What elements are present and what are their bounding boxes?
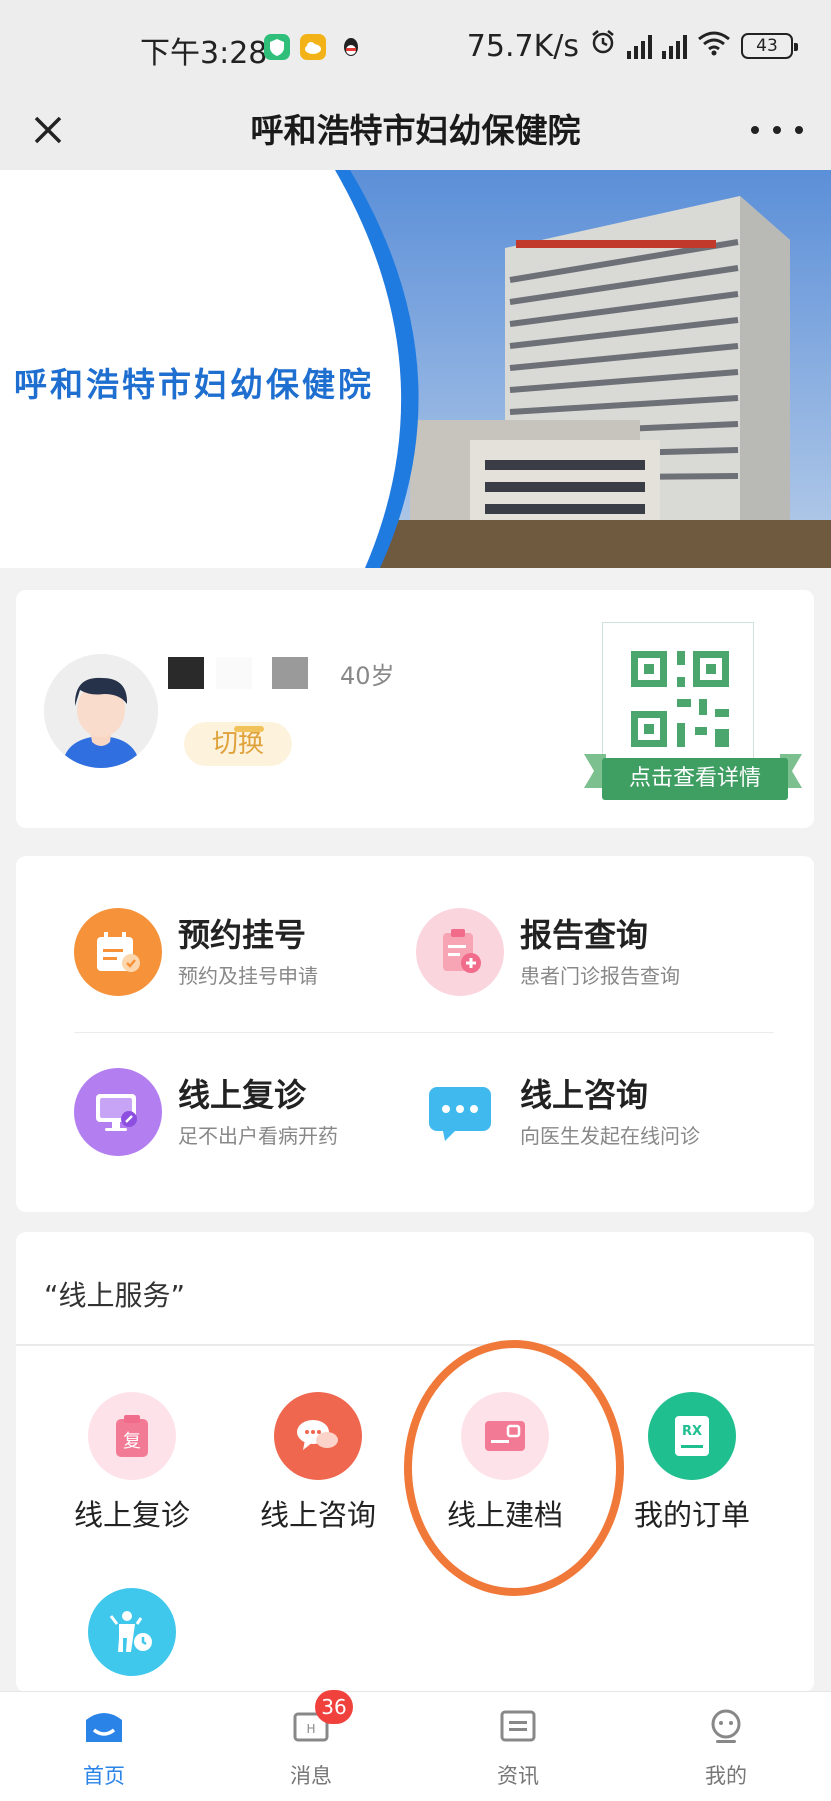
service-subtitle: 足不出户看病开药 <box>178 1124 338 1148</box>
news-icon <box>496 1706 540 1746</box>
grid-item-label: 线上复诊 <box>73 1498 190 1532</box>
grid-item-child-service[interactable] <box>52 1588 212 1688</box>
avatar <box>44 654 158 768</box>
patient-profile-card: 40岁 切换 点击查看详情 <box>16 590 814 828</box>
status-time: 下午3:28 <box>140 36 268 71</box>
monitor-icon <box>74 1068 162 1156</box>
tab-messages[interactable]: H 36 消息 <box>251 1690 371 1790</box>
message-icon: H 36 <box>289 1690 353 1746</box>
tab-label: 消息 <box>290 1764 332 1788</box>
status-bar: 下午3:28 75.7K/s 43 <box>0 0 831 90</box>
patient-name-redacted <box>168 656 318 690</box>
title-bar: 呼和浩特市妇幼保健院 <box>0 90 831 170</box>
bottom-tab-bar: 首页 H 36 消息 资讯 我的 <box>0 1690 831 1801</box>
consult-icon <box>274 1392 362 1480</box>
home-icon <box>82 1706 126 1746</box>
tab-label: 资讯 <box>497 1764 539 1788</box>
section-title: “线上服务” <box>44 1279 186 1312</box>
qq-icon <box>338 34 364 60</box>
grid-item-label: 线上咨询 <box>259 1498 376 1532</box>
section-divider <box>16 1344 814 1346</box>
wifi-icon <box>697 29 731 64</box>
service-title: 报告查询 <box>520 916 649 954</box>
patient-age: 40岁 <box>340 662 395 690</box>
alarm-icon <box>589 28 617 64</box>
signal-hd-icon <box>627 33 652 59</box>
main-services-card: 预约挂号 预约及挂号申请 报告查询 患者门诊报告查询 线上复诊 足不出户看病开药… <box>16 856 814 1212</box>
tab-news[interactable]: 资讯 <box>458 1706 578 1790</box>
view-details-button[interactable]: 点击查看详情 <box>602 758 788 800</box>
tab-home[interactable]: 首页 <box>44 1706 164 1790</box>
shield-app-icon <box>264 34 290 60</box>
battery-icon: 43 <box>741 33 798 59</box>
service-subtitle: 向医生发起在线问诊 <box>520 1124 700 1148</box>
record-card-icon <box>461 1392 549 1480</box>
child-clock-icon <box>88 1588 176 1676</box>
svg-text:RX: RX <box>682 1424 702 1439</box>
signal-hd-icon <box>662 33 687 59</box>
service-online-consult[interactable]: 线上咨询 向医生发起在线问诊 <box>416 1068 756 1158</box>
tab-profile[interactable]: 我的 <box>666 1706 786 1790</box>
service-title: 线上咨询 <box>520 1076 649 1114</box>
grid-item-online-revisit[interactable]: 复 线上复诊 <box>52 1392 212 1534</box>
online-services-card: “线上服务” 复 线上复诊 线上咨询 线上建档 RX 我的订单 <box>16 1232 814 1692</box>
profile-icon <box>704 1706 748 1746</box>
status-right-group: 75.7K/s 43 <box>466 28 798 64</box>
revisit-icon: 复 <box>88 1392 176 1480</box>
more-dots-icon <box>751 126 759 134</box>
svg-text:H: H <box>306 1722 315 1736</box>
grid-item-label: 线上建档 <box>446 1498 563 1532</box>
service-title: 线上复诊 <box>178 1076 307 1114</box>
service-title: 预约挂号 <box>178 916 307 954</box>
unread-badge: 36 <box>315 1690 353 1724</box>
page-title: 呼和浩特市妇幼保健院 <box>250 111 581 150</box>
service-subtitle: 预约及挂号申请 <box>178 964 318 988</box>
calendar-icon <box>74 908 162 996</box>
more-button[interactable] <box>751 112 803 148</box>
hospital-banner[interactable]: 呼和浩特市妇幼保健院 <box>0 170 831 568</box>
chat-icon <box>416 1068 504 1156</box>
grid-item-online-record[interactable]: 线上建档 <box>425 1392 585 1534</box>
svg-text:复: 复 <box>123 1431 141 1452</box>
report-icon <box>416 908 504 996</box>
qr-code-icon <box>631 651 729 747</box>
service-report-query[interactable]: 报告查询 患者门诊报告查询 <box>416 908 756 998</box>
service-online-revisit[interactable]: 线上复诊 足不出户看病开药 <box>74 1068 374 1158</box>
service-appointment[interactable]: 预约挂号 预约及挂号申请 <box>74 908 374 998</box>
service-subtitle: 患者门诊报告查询 <box>520 964 680 988</box>
grid-item-online-consult[interactable]: 线上咨询 <box>238 1392 398 1534</box>
switch-patient-button[interactable]: 切换 <box>184 722 292 766</box>
tab-label: 首页 <box>83 1764 125 1788</box>
services-divider <box>74 1032 774 1033</box>
banner-hospital-name: 呼和浩特市妇幼保健院 <box>14 365 374 404</box>
qr-code-box[interactable] <box>602 622 754 764</box>
grid-item-my-orders[interactable]: RX 我的订单 <box>612 1392 772 1534</box>
grid-item-label: 我的订单 <box>633 1498 750 1532</box>
network-speed: 75.7K/s <box>466 28 579 64</box>
rx-order-icon: RX <box>648 1392 736 1480</box>
cloud-app-icon <box>300 34 326 60</box>
tab-label: 我的 <box>705 1764 747 1788</box>
